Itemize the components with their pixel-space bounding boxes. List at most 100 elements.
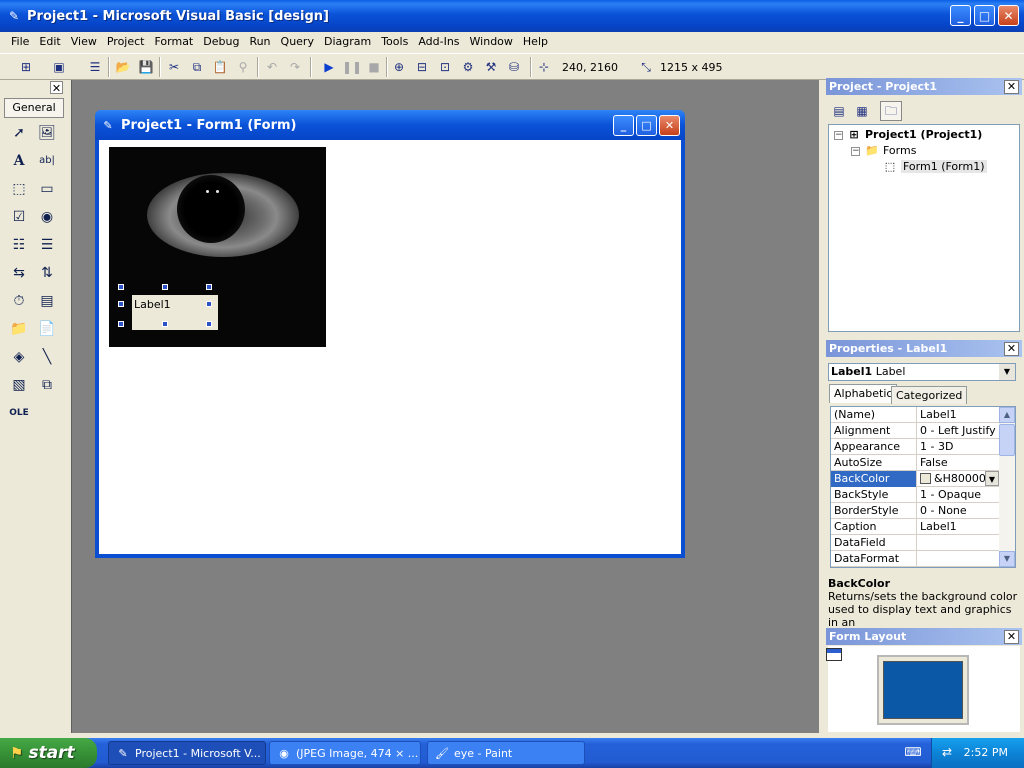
form-close-button[interactable]: ✕ — [659, 115, 680, 136]
property-value[interactable]: 0 - None — [918, 503, 999, 519]
form-position-marker[interactable] — [826, 648, 842, 661]
menu-diagram[interactable]: Diagram — [319, 32, 376, 52]
start-run-icon[interactable]: ▶ — [320, 58, 338, 76]
property-scrollbar[interactable]: ▲ ▼ — [999, 407, 1015, 567]
scroll-up-icon[interactable]: ▲ — [999, 407, 1015, 423]
form-client-area[interactable]: Label1 — [99, 140, 681, 554]
picturebox-tool-icon[interactable]: 🖼 — [36, 122, 58, 144]
toolbox-close-button[interactable]: ✕ — [50, 81, 63, 95]
object-browser-icon[interactable]: ⚙ — [459, 58, 477, 76]
menu-run[interactable]: Run — [244, 32, 275, 52]
end-icon[interactable]: ■ — [365, 58, 383, 76]
resize-handle[interactable] — [118, 301, 124, 307]
property-row[interactable]: BorderStyle 0 - None — [831, 503, 999, 519]
object-selector-combo[interactable]: Label1 Label ▼ — [828, 363, 1016, 381]
hscrollbar-tool-icon[interactable]: ⇆ — [8, 262, 30, 284]
menu-tools[interactable]: Tools — [376, 32, 413, 52]
tree-node-project[interactable]: ⊞ Project1 (Project1) — [847, 128, 982, 141]
resize-handle[interactable] — [206, 321, 212, 327]
project-explorer-close-button[interactable]: ✕ — [1004, 80, 1019, 94]
resize-handle[interactable] — [162, 321, 168, 327]
view-object-icon[interactable]: ▦ — [851, 101, 873, 121]
property-value[interactable] — [918, 551, 999, 567]
commandbutton-tool-icon[interactable]: ▭ — [36, 178, 58, 200]
taskbar-button-browser[interactable]: ◉ (JPEG Image, 474 × ... — [269, 741, 421, 765]
title-bar[interactable]: ✎ Project1 - Microsoft Visual Basic [des… — [0, 0, 1024, 32]
property-row[interactable]: Alignment 0 - Left Justify — [831, 423, 999, 439]
dirlistbox-tool-icon[interactable]: 📁 — [8, 318, 30, 340]
data-view-icon[interactable]: ⛁ — [505, 58, 523, 76]
menu-debug[interactable]: Debug — [198, 32, 244, 52]
collapse-toggle[interactable]: − — [851, 147, 860, 156]
find-icon[interactable]: ⚲ — [234, 58, 252, 76]
property-row-selected[interactable]: BackColor &H80000 ▼ — [831, 471, 999, 487]
clock[interactable]: 2:52 PM — [964, 746, 1008, 759]
open-folder-icon[interactable]: 📂 — [114, 58, 132, 76]
ole-tool-icon[interactable]: OLE — [8, 402, 30, 424]
menu-file[interactable]: File — [6, 32, 34, 52]
toolbox-icon[interactable]: ⚒ — [482, 58, 500, 76]
menu-query[interactable]: Query — [276, 32, 319, 52]
menu-add-ins[interactable]: Add-Ins — [413, 32, 464, 52]
timer-tool-icon[interactable]: ⏱ — [8, 290, 30, 312]
maximize-button[interactable]: □ — [974, 5, 995, 26]
data-tool-icon[interactable]: ⧉ — [36, 374, 58, 396]
line-tool-icon[interactable]: ╲ — [36, 346, 58, 368]
property-value[interactable]: Label1 — [918, 407, 999, 423]
chevron-down-icon[interactable]: ▼ — [985, 471, 999, 486]
scroll-down-icon[interactable]: ▼ — [999, 551, 1015, 567]
combobox-tool-icon[interactable]: ☷ — [8, 234, 30, 256]
filelistbox-tool-icon[interactable]: 📄 — [36, 318, 58, 340]
form-layout-icon[interactable]: ⊡ — [436, 58, 454, 76]
property-row[interactable]: (Name) Label1 — [831, 407, 999, 423]
optionbutton-tool-icon[interactable]: ◉ — [36, 206, 58, 228]
pointer-tool-icon[interactable]: ➚ — [8, 122, 30, 144]
form-layout-close-button[interactable]: ✕ — [1004, 630, 1019, 644]
menu-editor-icon[interactable]: ☰ — [86, 58, 104, 76]
collapse-toggle[interactable]: − — [834, 131, 843, 140]
property-value[interactable]: &H80000 ▼ — [918, 471, 999, 487]
image-tool-icon[interactable]: ▧ — [8, 374, 30, 396]
tab-alphabetic[interactable]: Alphabetic — [829, 384, 898, 403]
minimize-button[interactable]: _ — [950, 5, 971, 26]
property-value[interactable]: False — [918, 455, 999, 471]
properties-close-button[interactable]: ✕ — [1004, 342, 1019, 356]
property-row[interactable]: Appearance 1 - 3D — [831, 439, 999, 455]
property-row[interactable]: DataField — [831, 535, 999, 551]
tree-node-form1[interactable]: ⬚ Form1 (Form1) — [883, 160, 987, 173]
property-row[interactable]: DataFormat — [831, 551, 999, 567]
resize-handle[interactable] — [118, 284, 124, 290]
close-button[interactable]: ✕ — [998, 5, 1019, 26]
menu-format[interactable]: Format — [149, 32, 198, 52]
form-maximize-button[interactable]: □ — [636, 115, 657, 136]
menu-view[interactable]: View — [66, 32, 102, 52]
property-row[interactable]: BackStyle 1 - Opaque — [831, 487, 999, 503]
add-form-icon[interactable]: ▣ — [50, 58, 68, 76]
form-minimize-button[interactable]: _ — [613, 115, 634, 136]
chevron-down-icon[interactable]: ▼ — [999, 364, 1015, 380]
taskbar-button-vb[interactable]: ✎ Project1 - Microsoft V... — [108, 741, 266, 765]
save-icon[interactable]: 💾 — [137, 58, 155, 76]
property-row[interactable]: AutoSize False — [831, 455, 999, 471]
property-value[interactable] — [918, 535, 999, 551]
view-code-icon[interactable]: ▤ — [828, 101, 850, 121]
properties-window-icon[interactable]: ⊟ — [413, 58, 431, 76]
start-button[interactable]: ⚑ start — [0, 738, 97, 768]
break-icon[interactable]: ❚❚ — [342, 58, 362, 76]
tab-categorized[interactable]: Categorized — [891, 386, 968, 404]
form-designer-window[interactable]: ✎ Project1 - Form1 (Form) _ □ ✕ Label1 — [95, 110, 685, 558]
drivelistbox-tool-icon[interactable]: ▤ — [36, 290, 58, 312]
property-value[interactable]: 1 - 3D — [918, 439, 999, 455]
form-title-bar[interactable]: ✎ Project1 - Form1 (Form) — [95, 110, 685, 140]
taskbar-button-paint[interactable]: 🖌 eye - Paint — [427, 741, 585, 765]
paste-icon[interactable]: 📋 — [211, 58, 229, 76]
property-value[interactable]: 1 - Opaque — [918, 487, 999, 503]
tree-node-forms[interactable]: 📁 Forms — [865, 144, 916, 157]
toggle-folders-icon[interactable]: 🗀 — [880, 101, 902, 121]
network-icon[interactable]: ⇄ — [942, 745, 952, 759]
undo-icon[interactable]: ↶ — [263, 58, 281, 76]
resize-handle[interactable] — [118, 321, 124, 327]
redo-icon[interactable]: ↷ — [286, 58, 304, 76]
keyboard-icon[interactable]: ⌨ — [904, 745, 922, 761]
shape-tool-icon[interactable]: ◈ — [8, 346, 30, 368]
